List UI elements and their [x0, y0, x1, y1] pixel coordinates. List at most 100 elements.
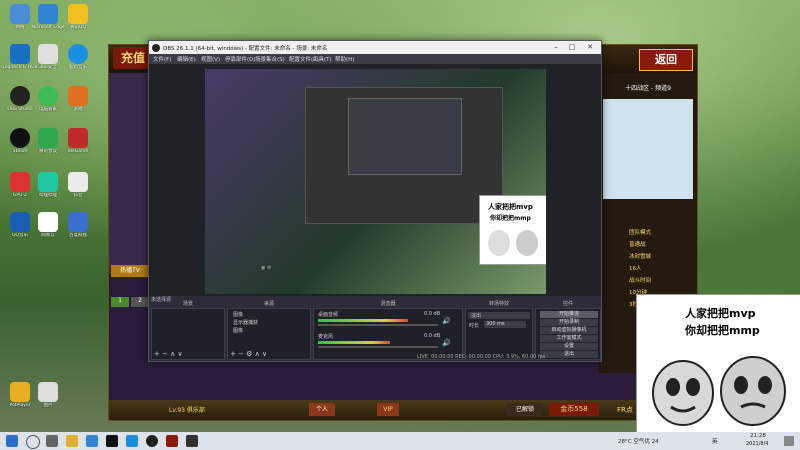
room-row: 普通战 [629, 242, 646, 248]
mixer-track-db: 0.0 dB [424, 311, 441, 317]
task-view-icon[interactable] [46, 435, 58, 447]
menu-edit[interactable]: 编辑(E) [177, 55, 196, 63]
tab-2[interactable]: 2 [131, 297, 149, 307]
volume-meter [318, 319, 408, 322]
nested-obs-preview [305, 87, 503, 224]
menu-tools[interactable]: 工具(T) [313, 55, 332, 63]
obs-icon[interactable] [146, 435, 158, 447]
clock-time[interactable]: 21:28 [750, 433, 766, 439]
duration-input[interactable]: 300 ms [484, 321, 526, 328]
room-row: 战斗时间 [629, 278, 652, 284]
settings-button[interactable]: 设置 [540, 343, 598, 350]
controls-header: 控件 [562, 301, 573, 307]
desktop-icon[interactable]: 百度网盘 [60, 210, 96, 250]
speaker-icon[interactable]: 🔊 [442, 317, 451, 325]
recharge-button[interactable]: 充值 [113, 47, 153, 69]
app-icon[interactable] [186, 435, 198, 447]
studio-mode-button[interactable]: 工作室模式 [540, 335, 598, 342]
meme-preview-line1: 人家把把mvp [488, 203, 533, 211]
transition-select[interactable]: 淡出 [468, 312, 531, 319]
preview-toolbar: ◉ ⚙ [261, 265, 272, 271]
vip-button[interactable]: VIP [377, 403, 399, 416]
scenes-header: 场景 [182, 301, 193, 307]
nested-obs-preview-inner [348, 98, 462, 175]
ime-indicator[interactable]: 英 [712, 437, 718, 445]
menu-help[interactable]: 帮助(H) [335, 55, 354, 63]
obs-title-bar: OBS 26.1.1 (64-bit, windows) - 配置文件: 未命名… [149, 41, 601, 54]
obs-status-bar: LIVE: 00:00:00 REC: 00:00:00 CPU: 3.9%, … [149, 353, 601, 361]
tab-1[interactable]: 1 [111, 297, 129, 307]
system-tray: 28°C 空气优 24 英 21:28 2021/8/4 [600, 432, 800, 450]
start-icon[interactable] [6, 435, 18, 447]
notification-icon[interactable] [784, 436, 794, 446]
source-item[interactable]: 显示器捕获 [230, 319, 307, 326]
minimize-icon[interactable]: – [549, 42, 563, 53]
menu-file[interactable]: 文件(F) [153, 55, 171, 63]
mixer-track-name: 麦克风 [318, 334, 334, 340]
game-footer: Lv.93 俱乐部 个人 VIP 已解锁 金币558 FR点 [109, 400, 697, 420]
desktop-icon[interactable]: 腾讯QQ [60, 2, 96, 42]
game-icon[interactable] [166, 435, 178, 447]
qq-icon[interactable] [126, 435, 138, 447]
panda-face-icon [488, 230, 510, 256]
menu-view[interactable]: 视图(V) [201, 55, 220, 63]
obs-preview[interactable]: 人家把把mvp 你却把把mmp [205, 69, 546, 294]
desktop-icon[interactable]: WeGame [60, 126, 96, 166]
fr-label: FR点 [617, 406, 633, 414]
mixer-track-name: 桌面音频 [318, 312, 339, 318]
explorer-icon[interactable] [66, 435, 78, 447]
obs-menu-bar: 文件(F) 编辑(E) 视图(V) 停靠部件(D) 场景集合(S) 配置文件(P… [149, 54, 601, 64]
obs-window: OBS 26.1.1 (64-bit, windows) - 配置文件: 未命名… [148, 40, 602, 362]
menu-docks[interactable]: 停靠部件(D) [225, 55, 256, 63]
volume-meter [318, 341, 390, 344]
mixer-header: 混音器 [380, 301, 396, 307]
room-row: 冰封雪城 [629, 254, 652, 260]
meme-line1: 人家把把mvp [685, 307, 756, 320]
obs-status-text: LIVE: 00:00:00 REC: 00:00:00 CPU: 3.9%, … [417, 354, 546, 360]
map-preview [603, 99, 693, 199]
unlock-button[interactable]: 已解锁 [507, 403, 543, 416]
obs-logo-icon [152, 44, 160, 52]
taskbar: 28°C 空气优 24 英 21:28 2021/8/4 [0, 432, 800, 450]
edge-icon[interactable] [86, 435, 98, 447]
panda-face-icon [516, 230, 538, 256]
duration-label: 时长 [469, 323, 480, 329]
source-item[interactable]: 图像 [230, 327, 307, 334]
start-recording-button[interactable]: 开始录制 [540, 319, 598, 326]
desktop-icon[interactable]: 图片 [30, 380, 66, 420]
clock-date[interactable]: 2021/8/4 [746, 441, 768, 447]
speaker-icon[interactable]: 🔊 [442, 339, 451, 347]
room-row: 16人 [629, 266, 642, 272]
personal-button[interactable]: 个人 [309, 403, 335, 416]
desktop-icon[interactable]: 抖音 [60, 170, 96, 210]
gold-label: 金币558 [549, 403, 599, 416]
back-button[interactable]: 返回 [639, 49, 693, 71]
server-label: 十四战区 - 频道9 [625, 85, 671, 92]
close-icon[interactable]: ✕ [583, 42, 597, 53]
source-item[interactable]: 图像 [230, 311, 307, 318]
obs-dock: 未选择源 场景 + − ∧ ∨ 来源 图像 显示器捕获 图像 + − ⚙ ∧ ∨… [149, 296, 601, 361]
meme-line2: 你却把把mmp [685, 324, 760, 337]
tv-label[interactable]: 热播TV [111, 265, 149, 277]
game-left-panel [109, 73, 149, 273]
panda-meme-icon [652, 356, 786, 426]
desktop-icon[interactable]: 酷狗音乐 [60, 42, 96, 82]
meme-preview-line2: 你却把把mmp [490, 215, 531, 222]
maximize-icon[interactable]: □ [565, 42, 579, 53]
volume-slider[interactable] [318, 324, 438, 326]
weather-text[interactable]: 28°C 空气优 24 [618, 437, 659, 445]
sources-header: 来源 [263, 301, 274, 307]
virtual-camera-button[interactable]: 启动虚拟摄像机 [540, 327, 598, 334]
mixer-track-db: 0.0 dB [424, 333, 441, 339]
steam-icon[interactable] [106, 435, 118, 447]
player-level: Lv.93 俱乐部 [169, 407, 205, 414]
start-streaming-button[interactable]: 开始推流 [540, 311, 598, 318]
volume-slider[interactable] [318, 346, 438, 348]
meme-overlay: 人家把把mvp 你却把把mmp [636, 294, 800, 436]
room-row: 团队模式 [629, 230, 652, 236]
search-icon[interactable] [26, 435, 40, 449]
desktop-icon[interactable]: 游戏 [60, 84, 96, 124]
menu-scene-collection[interactable]: 场景集合(S) [255, 55, 285, 63]
transition-header: 转场特效 [488, 301, 509, 307]
meme-preview: 人家把把mvp 你却把把mmp [479, 195, 546, 265]
